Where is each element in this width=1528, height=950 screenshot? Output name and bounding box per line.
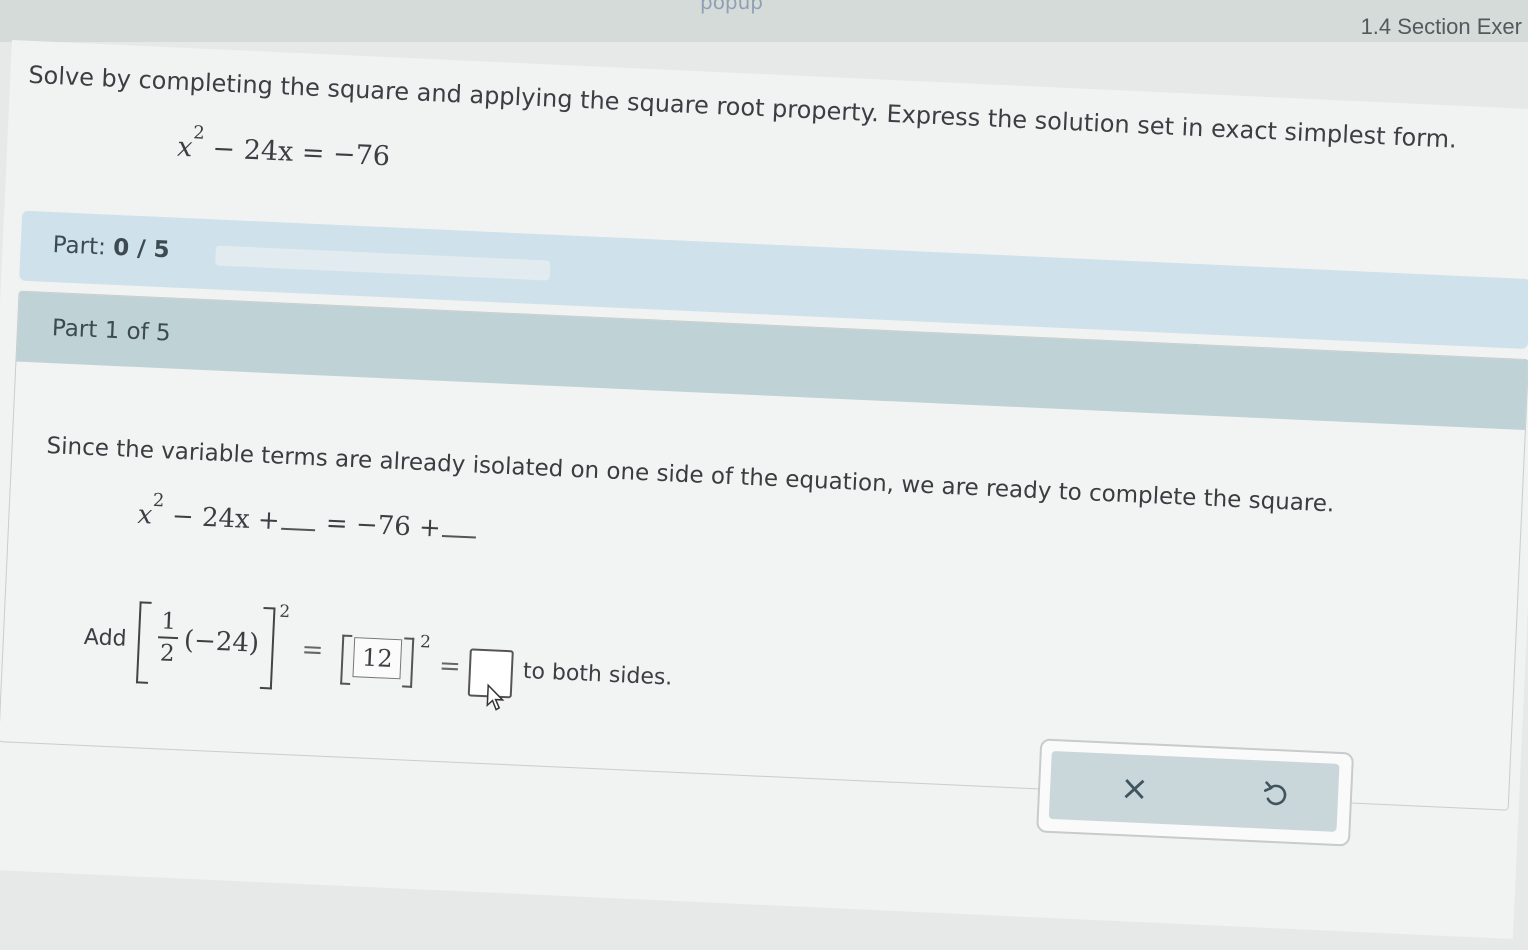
coefficient-paren: (−24) [183,625,260,659]
equals-sign-1: = [300,634,325,666]
add-label: Add [83,624,128,652]
half-coefficient-answer-input[interactable]: 12 [352,637,403,680]
progress-total: 5 [152,236,171,264]
frac-numerator: 1 [158,606,180,640]
progress-fill [214,245,216,266]
right-bracket [259,606,276,690]
part-card: Part 1 of 5 Since the variable terms are… [0,290,1528,847]
equation-exponent: 2 [192,122,206,144]
add-row: Add 1 2 (−24) 2 = 12 2 = to both sides. [82,595,673,711]
problem-equation: x2 − 24x = −76 [176,122,391,173]
equation-variable: x [176,131,194,164]
bracket-exponent: 2 [278,601,291,623]
equation-rest: − 24x = −76 [211,133,391,173]
progress-track [214,245,551,281]
progress-label: Part: 0 / 5 [52,232,170,263]
problem-sheet: Solve by completing the square and apply… [0,40,1528,940]
eq2-variable: x [136,499,153,531]
progress-label-prefix: Part: [52,232,114,261]
action-button-bar: × [1048,750,1340,832]
eq2-blank-right [442,516,478,539]
mouse-cursor-icon [486,683,505,711]
undo-icon[interactable] [1259,778,1290,811]
one-half-fraction: 1 2 [157,606,180,669]
section-title: 1.4 Section Exer [1360,14,1522,39]
answer-exponent: 2 [419,632,432,653]
answer-right-bracket [402,637,415,688]
eq2-mid: − 24x + [171,501,281,537]
progress-separator: / [128,235,155,263]
eq2-exponent: 2 [152,489,165,512]
answer-left-bracket [340,634,353,686]
part-title: Part 1 of 5 [51,315,172,347]
eq2-eq: = −76 + [325,508,442,544]
complete-square-equation: x2 − 24x + = −76 + [136,490,480,545]
browser-top-strip: popup [0,0,1528,42]
popup-label: popup [700,0,763,14]
left-bracket [135,601,152,684]
eq2-blank-left [281,509,317,531]
clear-button[interactable]: × [1119,768,1149,809]
action-button-panel: × [1036,738,1355,847]
progress-current: 0 [112,234,130,262]
frac-denominator: 2 [159,640,176,667]
equals-sign-2: = [438,651,462,682]
to-both-sides-text: to both sides. [522,658,673,691]
